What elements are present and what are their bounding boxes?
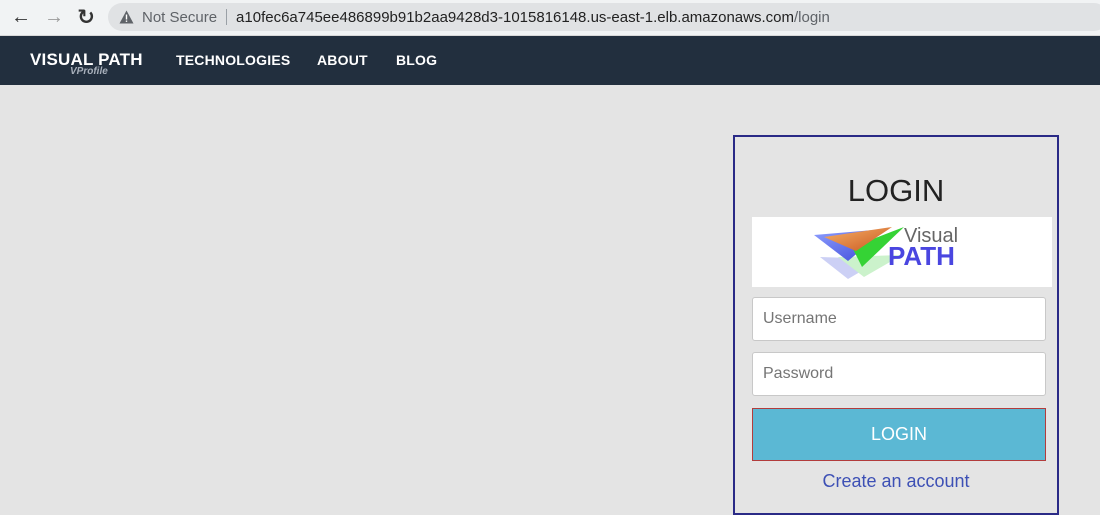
logo-text-path: PATH (888, 241, 955, 271)
nav-link-about[interactable]: ABOUT (317, 52, 368, 68)
site-navbar: VISUAL PATH VProfile TECHNOLOGIES ABOUT … (0, 36, 1100, 85)
reload-icon: ↻ (77, 5, 95, 29)
nav-link-blog[interactable]: BLOG (396, 52, 437, 68)
brand-subtitle: VProfile (70, 66, 108, 77)
login-card: LOGIN Visual PATH Username LOGIN Create … (733, 135, 1059, 515)
warning-icon[interactable] (118, 9, 134, 25)
url-host[interactable]: a10fec6a745ee486899b91b2aa9428d3-1015816… (236, 9, 794, 26)
login-button[interactable]: LOGIN (752, 408, 1046, 461)
url-path[interactable]: /login (794, 9, 830, 26)
url-divider (226, 9, 228, 25)
password-input[interactable] (752, 352, 1046, 396)
login-title: LOGIN (847, 173, 945, 208)
forward-arrow-icon: → (44, 6, 64, 28)
browser-toolbar: ← → ↻ Not Secure a10fec6a745ee486899b91b… (0, 0, 1100, 36)
username-input[interactable] (752, 297, 1046, 341)
nav-link-technologies[interactable]: TECHNOLOGIES (176, 52, 290, 68)
reload-button[interactable]: ↻ (73, 4, 99, 30)
forward-button[interactable]: → (41, 4, 67, 30)
address-bar[interactable]: Not Secure a10fec6a745ee486899b91b2aa942… (108, 3, 1100, 31)
create-account-link[interactable]: Create an account (735, 471, 1057, 492)
visual-path-logo: Visual PATH (752, 217, 1052, 287)
back-button[interactable]: ← (8, 4, 34, 30)
back-arrow-icon: ← (11, 6, 31, 28)
security-status[interactable]: Not Secure (142, 9, 217, 26)
